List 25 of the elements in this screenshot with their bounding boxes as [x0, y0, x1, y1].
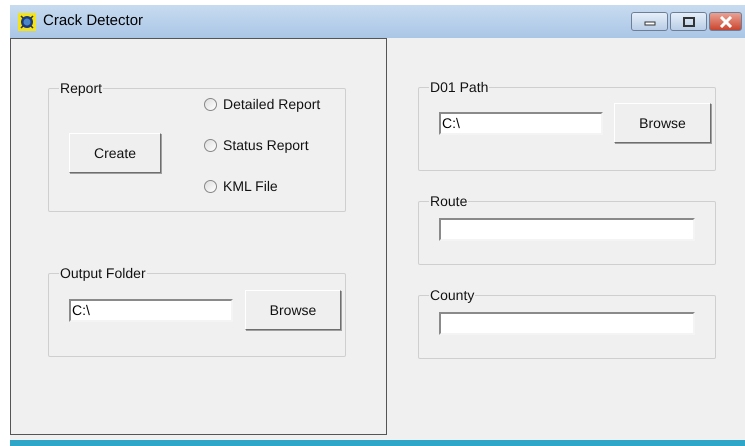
group-label: County [429, 287, 476, 303]
text-field[interactable]: C:\ [69, 298, 233, 322]
group-label: Output Folder [59, 265, 147, 281]
close-icon [718, 16, 732, 28]
close-button[interactable] [709, 12, 742, 31]
radio-button[interactable] [204, 180, 217, 192]
create-button[interactable]: Create [69, 133, 161, 173]
maximize-icon [682, 16, 694, 26]
minimize-button[interactable] [631, 12, 668, 31]
browse-button[interactable]: Browse [614, 103, 711, 143]
radio-button[interactable] [204, 138, 217, 152]
radio-label[interactable]: Detailed Report [223, 94, 320, 114]
radio-label[interactable]: KML File [223, 176, 278, 196]
window-title: Crack Detector [43, 11, 144, 32]
text-field[interactable] [439, 218, 695, 241]
text-field[interactable] [439, 312, 695, 335]
group-label: Route [429, 193, 468, 209]
radio-label[interactable]: Status Report [223, 135, 309, 155]
group-label: Report [59, 80, 104, 96]
maximize-button[interactable] [670, 12, 707, 31]
radio-button[interactable] [204, 98, 217, 110]
browse-button[interactable]: Browse [245, 290, 341, 330]
app-icon [18, 12, 36, 30]
group-label: D01 Path [429, 79, 490, 95]
text-field[interactable]: C:\ [439, 112, 603, 134]
